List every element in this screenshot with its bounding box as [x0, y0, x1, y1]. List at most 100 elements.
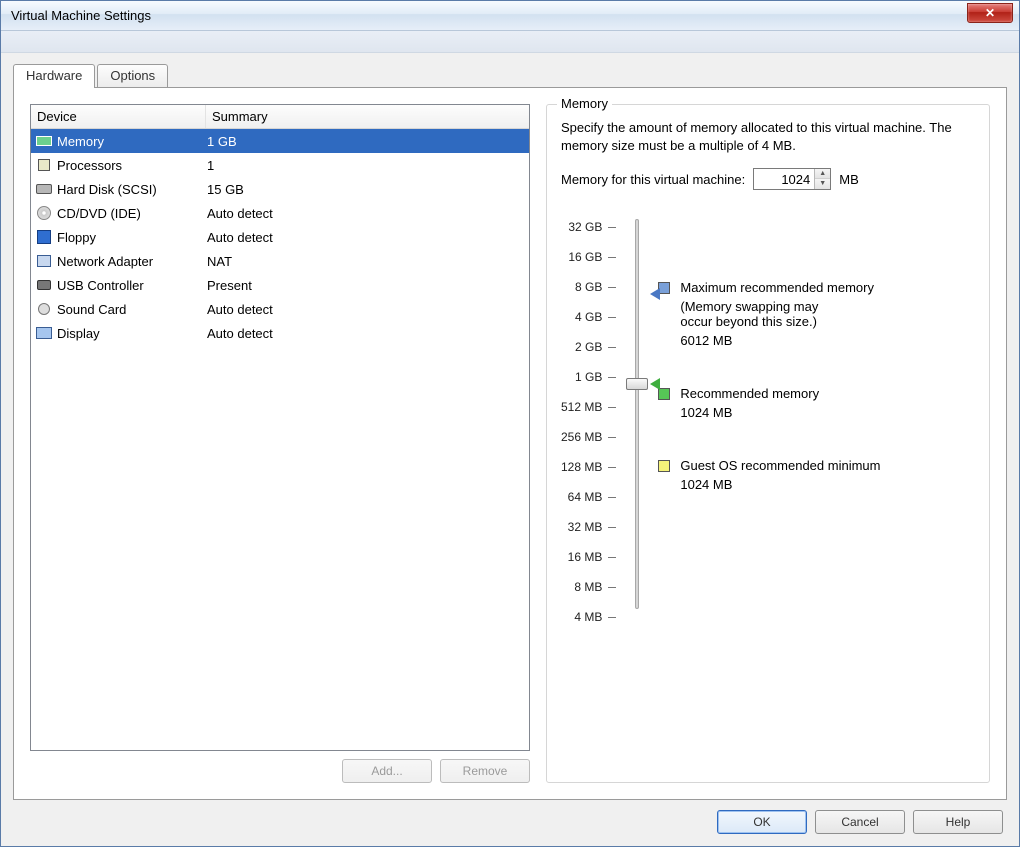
display-icon	[35, 325, 53, 341]
recommended-marker-icon	[650, 378, 660, 390]
spin-down-icon[interactable]: ▼	[815, 179, 830, 189]
legend-min: Guest OS recommended minimum 1024 MB	[658, 458, 880, 492]
memory-slider-area: 32 GB16 GB8 GB4 GB2 GB1 GB512 MB256 MB12…	[561, 212, 975, 632]
legend-max-title: Maximum recommended memory	[680, 280, 874, 295]
device-summary: Auto detect	[207, 230, 525, 245]
device-name: Floppy	[57, 230, 207, 245]
device-row-net[interactable]: Network AdapterNAT	[31, 249, 529, 273]
close-button[interactable]: ✕	[967, 3, 1013, 23]
legend-max-value: 6012 MB	[680, 333, 874, 348]
usb-icon	[35, 277, 53, 293]
cpu-icon	[35, 157, 53, 173]
memory-spinbox[interactable]: ▲ ▼	[753, 168, 831, 190]
legend-max: Maximum recommended memory (Memory swapp…	[658, 280, 880, 348]
col-header-device[interactable]: Device	[31, 105, 206, 128]
memory-spin-buttons[interactable]: ▲ ▼	[814, 169, 830, 189]
device-row-cd[interactable]: CD/DVD (IDE)Auto detect	[31, 201, 529, 225]
device-rows: Memory1 GBProcessors1Hard Disk (SCSI)15 …	[31, 129, 529, 750]
device-list: Device Summary Memory1 GBProcessors1Hard…	[30, 104, 530, 751]
device-name: CD/DVD (IDE)	[57, 206, 207, 221]
device-name: Network Adapter	[57, 254, 207, 269]
device-summary: 15 GB	[207, 182, 525, 197]
device-row-hdd[interactable]: Hard Disk (SCSI)15 GB	[31, 177, 529, 201]
help-button[interactable]: Help	[913, 810, 1003, 834]
device-row-usb[interactable]: USB ControllerPresent	[31, 273, 529, 297]
device-summary: NAT	[207, 254, 525, 269]
window-title: Virtual Machine Settings	[11, 8, 151, 23]
device-name: Processors	[57, 158, 207, 173]
device-buttons: Add... Remove	[30, 759, 530, 783]
toolbar-spacer	[1, 31, 1019, 53]
legend-rec-title: Recommended memory	[680, 386, 819, 401]
cancel-button[interactable]: Cancel	[815, 810, 905, 834]
tick-label: 16 GB	[568, 242, 616, 272]
legend-rec-value: 1024 MB	[680, 405, 819, 420]
cd-icon	[35, 205, 53, 221]
max-recommended-marker-icon	[650, 288, 660, 300]
device-summary: 1 GB	[207, 134, 525, 149]
remove-device-button[interactable]: Remove	[440, 759, 530, 783]
device-row-sound[interactable]: Sound CardAuto detect	[31, 297, 529, 321]
memory-legend: Memory	[557, 96, 612, 111]
detail-column: Memory Specify the amount of memory allo…	[546, 104, 990, 783]
device-row-ram[interactable]: Memory1 GB	[31, 129, 529, 153]
tick-label: 4 MB	[574, 602, 616, 632]
hdd-icon	[35, 181, 53, 197]
tick-label: 8 GB	[575, 272, 616, 302]
tick-label: 128 MB	[561, 452, 616, 482]
device-name: Sound Card	[57, 302, 207, 317]
tick-label: 256 MB	[561, 422, 616, 452]
dialog-body: Hardware Options Device Summary Memory1 …	[1, 53, 1019, 846]
memory-groupbox: Memory Specify the amount of memory allo…	[546, 104, 990, 783]
legend-max-sub1: (Memory swapping may	[680, 299, 874, 314]
device-list-header: Device Summary	[31, 105, 529, 129]
spin-up-icon[interactable]: ▲	[815, 169, 830, 179]
legend-rec: Recommended memory 1024 MB	[658, 386, 880, 420]
memory-legend-list: Maximum recommended memory (Memory swapp…	[658, 212, 880, 632]
vm-settings-window: Virtual Machine Settings ✕ Hardware Opti…	[0, 0, 1020, 847]
net-icon	[35, 253, 53, 269]
tabstrip: Hardware Options	[13, 63, 1007, 87]
close-icon: ✕	[985, 6, 995, 20]
tick-label: 8 MB	[574, 572, 616, 602]
titlebar: Virtual Machine Settings ✕	[1, 1, 1019, 31]
tab-panel-hardware: Device Summary Memory1 GBProcessors1Hard…	[13, 87, 1007, 800]
slider-track	[635, 219, 639, 609]
ram-icon	[35, 133, 53, 149]
memory-input-label: Memory for this virtual machine:	[561, 172, 745, 187]
device-summary: Auto detect	[207, 326, 525, 341]
device-name: USB Controller	[57, 278, 207, 293]
device-summary: Auto detect	[207, 206, 525, 221]
tab-hardware[interactable]: Hardware	[13, 64, 95, 88]
dialog-buttons: OK Cancel Help	[13, 800, 1007, 838]
device-name: Display	[57, 326, 207, 341]
slider-thumb[interactable]	[626, 378, 648, 390]
legend-min-title: Guest OS recommended minimum	[680, 458, 880, 473]
memory-slider[interactable]	[630, 212, 644, 632]
tick-label: 1 GB	[575, 362, 616, 392]
tick-label: 2 GB	[575, 332, 616, 362]
device-row-display[interactable]: DisplayAuto detect	[31, 321, 529, 345]
ok-button[interactable]: OK	[717, 810, 807, 834]
device-column: Device Summary Memory1 GBProcessors1Hard…	[30, 104, 530, 783]
add-device-button[interactable]: Add...	[342, 759, 432, 783]
memory-description: Specify the amount of memory allocated t…	[561, 119, 975, 154]
memory-unit: MB	[839, 172, 859, 187]
tick-label: 64 MB	[568, 482, 617, 512]
device-name: Memory	[57, 134, 207, 149]
device-row-cpu[interactable]: Processors1	[31, 153, 529, 177]
sound-icon	[35, 301, 53, 317]
device-row-floppy[interactable]: FloppyAuto detect	[31, 225, 529, 249]
legend-max-sub2: occur beyond this size.)	[680, 314, 874, 329]
swatch-yellow-icon	[658, 460, 670, 472]
memory-input-row: Memory for this virtual machine: ▲ ▼ MB	[561, 168, 975, 190]
tick-label: 32 GB	[568, 212, 616, 242]
col-header-summary[interactable]: Summary	[206, 105, 529, 128]
memory-input[interactable]	[754, 169, 814, 189]
tick-label: 32 MB	[568, 512, 617, 542]
tab-options[interactable]: Options	[97, 64, 168, 87]
device-summary: 1	[207, 158, 525, 173]
floppy-icon	[35, 229, 53, 245]
device-summary: Present	[207, 278, 525, 293]
legend-min-value: 1024 MB	[680, 477, 880, 492]
